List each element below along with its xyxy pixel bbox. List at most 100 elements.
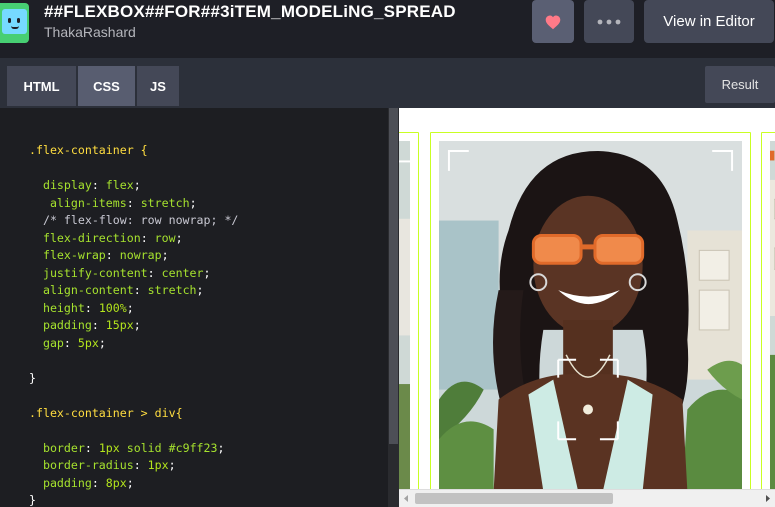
code-token: :: [91, 178, 106, 192]
code-token: gap: [29, 335, 64, 350]
code-token: nowrap: [119, 248, 162, 262]
model-photo-left: [399, 141, 410, 491]
code-token: ;: [98, 335, 106, 350]
code-line: height: 100%;: [29, 300, 238, 318]
code-token: padding: [29, 318, 92, 332]
code-lines: .flex-container { display: flex; align-i…: [29, 142, 238, 507]
code-token: 1px: [98, 440, 120, 455]
code-token: }: [29, 370, 36, 385]
code-token: row: [154, 230, 176, 245]
code-token: :: [91, 475, 106, 490]
scroll-right-arrow-icon[interactable]: [764, 494, 772, 503]
scroll-left-arrow-icon[interactable]: [402, 494, 410, 503]
code-line: align-items: stretch;: [29, 195, 238, 213]
code-token: 1px: [147, 458, 169, 472]
code-token: :: [133, 458, 148, 472]
code-token: flex-direction: [29, 230, 141, 245]
code-token: ;: [133, 318, 141, 332]
heart-icon: [545, 14, 561, 29]
tab-css[interactable]: CSS: [78, 66, 136, 106]
code-line: flex-direction: row;: [29, 230, 238, 248]
code-token: ;: [126, 300, 134, 315]
result-scroll-thumb[interactable]: [415, 493, 613, 504]
code-token: ;: [126, 475, 134, 490]
code-token: stretch: [147, 283, 197, 297]
code-token: ;: [161, 248, 169, 262]
flex-item-left: [399, 132, 419, 492]
code-token: height: [29, 300, 85, 315]
code-token: ;: [175, 230, 183, 245]
view-in-editor-button[interactable]: View in Editor: [644, 0, 774, 43]
like-button[interactable]: [532, 0, 574, 43]
code-token: :: [133, 283, 148, 297]
result-preview: [399, 108, 775, 507]
code-token: :: [147, 265, 162, 280]
header: ##FLEXBOX##FOR##3iTEM_MODELiNG_SPREAD Th…: [0, 0, 775, 58]
tab-js[interactable]: JS: [137, 66, 180, 106]
code-token: border-radius: [29, 458, 134, 472]
code-token: 8px: [105, 475, 127, 490]
code-token: ;: [203, 265, 211, 280]
flex-item-right: [761, 132, 775, 492]
code-token: stretch: [140, 195, 190, 210]
code-token: justify-content: [29, 265, 148, 280]
code-token: align-content: [29, 283, 134, 297]
more-options-button[interactable]: [584, 0, 634, 43]
code-token: /* flex-flow: row nowrap; */: [29, 213, 239, 227]
more-icon: [597, 19, 621, 24]
code-line: gap: 5px;: [29, 335, 238, 353]
code-token: }: [29, 493, 36, 507]
tabs-bar: HTML CSS JS Result: [0, 58, 775, 108]
pen-title: ##FLEXBOX##FOR##3iTEM_MODELiNG_SPREAD: [44, 2, 456, 21]
code-token: border: [29, 440, 85, 455]
code-line: padding: 8px;: [29, 475, 238, 493]
code-token: ;: [196, 283, 204, 297]
result-horizontal-scrollbar[interactable]: [399, 489, 775, 507]
code-token: display: [29, 178, 92, 192]
model-photo-right: [770, 141, 775, 491]
code-line: flex-wrap: nowrap;: [29, 247, 238, 265]
code-token: ;: [189, 195, 197, 210]
code-token: #c9ff23: [168, 440, 218, 455]
code-token: padding: [29, 475, 92, 490]
code-token: :: [91, 318, 106, 332]
code-token: ;: [133, 178, 141, 192]
result-button[interactable]: Result: [705, 66, 775, 103]
code-line: }: [29, 492, 238, 507]
codepen-logo[interactable]: [0, 3, 29, 43]
code-token: :: [84, 300, 99, 315]
code-token: :: [140, 230, 155, 245]
code-line: justify-content: center;: [29, 265, 238, 283]
code-token: :: [126, 195, 141, 210]
code-token: solid: [119, 440, 169, 455]
code-token: :: [84, 440, 99, 455]
app-window: ##FLEXBOX##FOR##3iTEM_MODELiNG_SPREAD Th…: [0, 0, 775, 507]
code-token: .flex-container > div{: [29, 405, 183, 420]
code-line: border: 1px solid #c9ff23;: [29, 440, 238, 458]
css-code-editor[interactable]: .flex-container { display: flex; align-i…: [0, 108, 399, 507]
code-line: display: flex;: [29, 177, 238, 195]
code-token: .flex-container {: [29, 143, 148, 157]
code-token: ;: [217, 440, 225, 455]
code-line: .flex-container {: [29, 142, 238, 160]
code-token: 15px: [105, 318, 134, 332]
code-line: border-radius: 1px;: [29, 457, 238, 475]
code-token: 5px: [77, 335, 99, 350]
code-token: flex: [105, 178, 134, 192]
code-scrollbar-thumb[interactable]: [389, 108, 398, 444]
code-token: align-items: [29, 195, 127, 210]
logo-face: [2, 9, 27, 34]
code-token: :: [105, 248, 120, 262]
tab-html[interactable]: HTML: [7, 66, 77, 106]
code-line: }: [29, 370, 238, 388]
code-token: center: [161, 265, 204, 280]
flex-item-center: [430, 132, 751, 492]
model-photo-center: [439, 141, 742, 491]
code-line: align-content: stretch;: [29, 282, 238, 300]
pen-author[interactable]: ThakaRashard: [44, 24, 136, 40]
code-line: /* flex-flow: row nowrap; */: [29, 212, 238, 230]
